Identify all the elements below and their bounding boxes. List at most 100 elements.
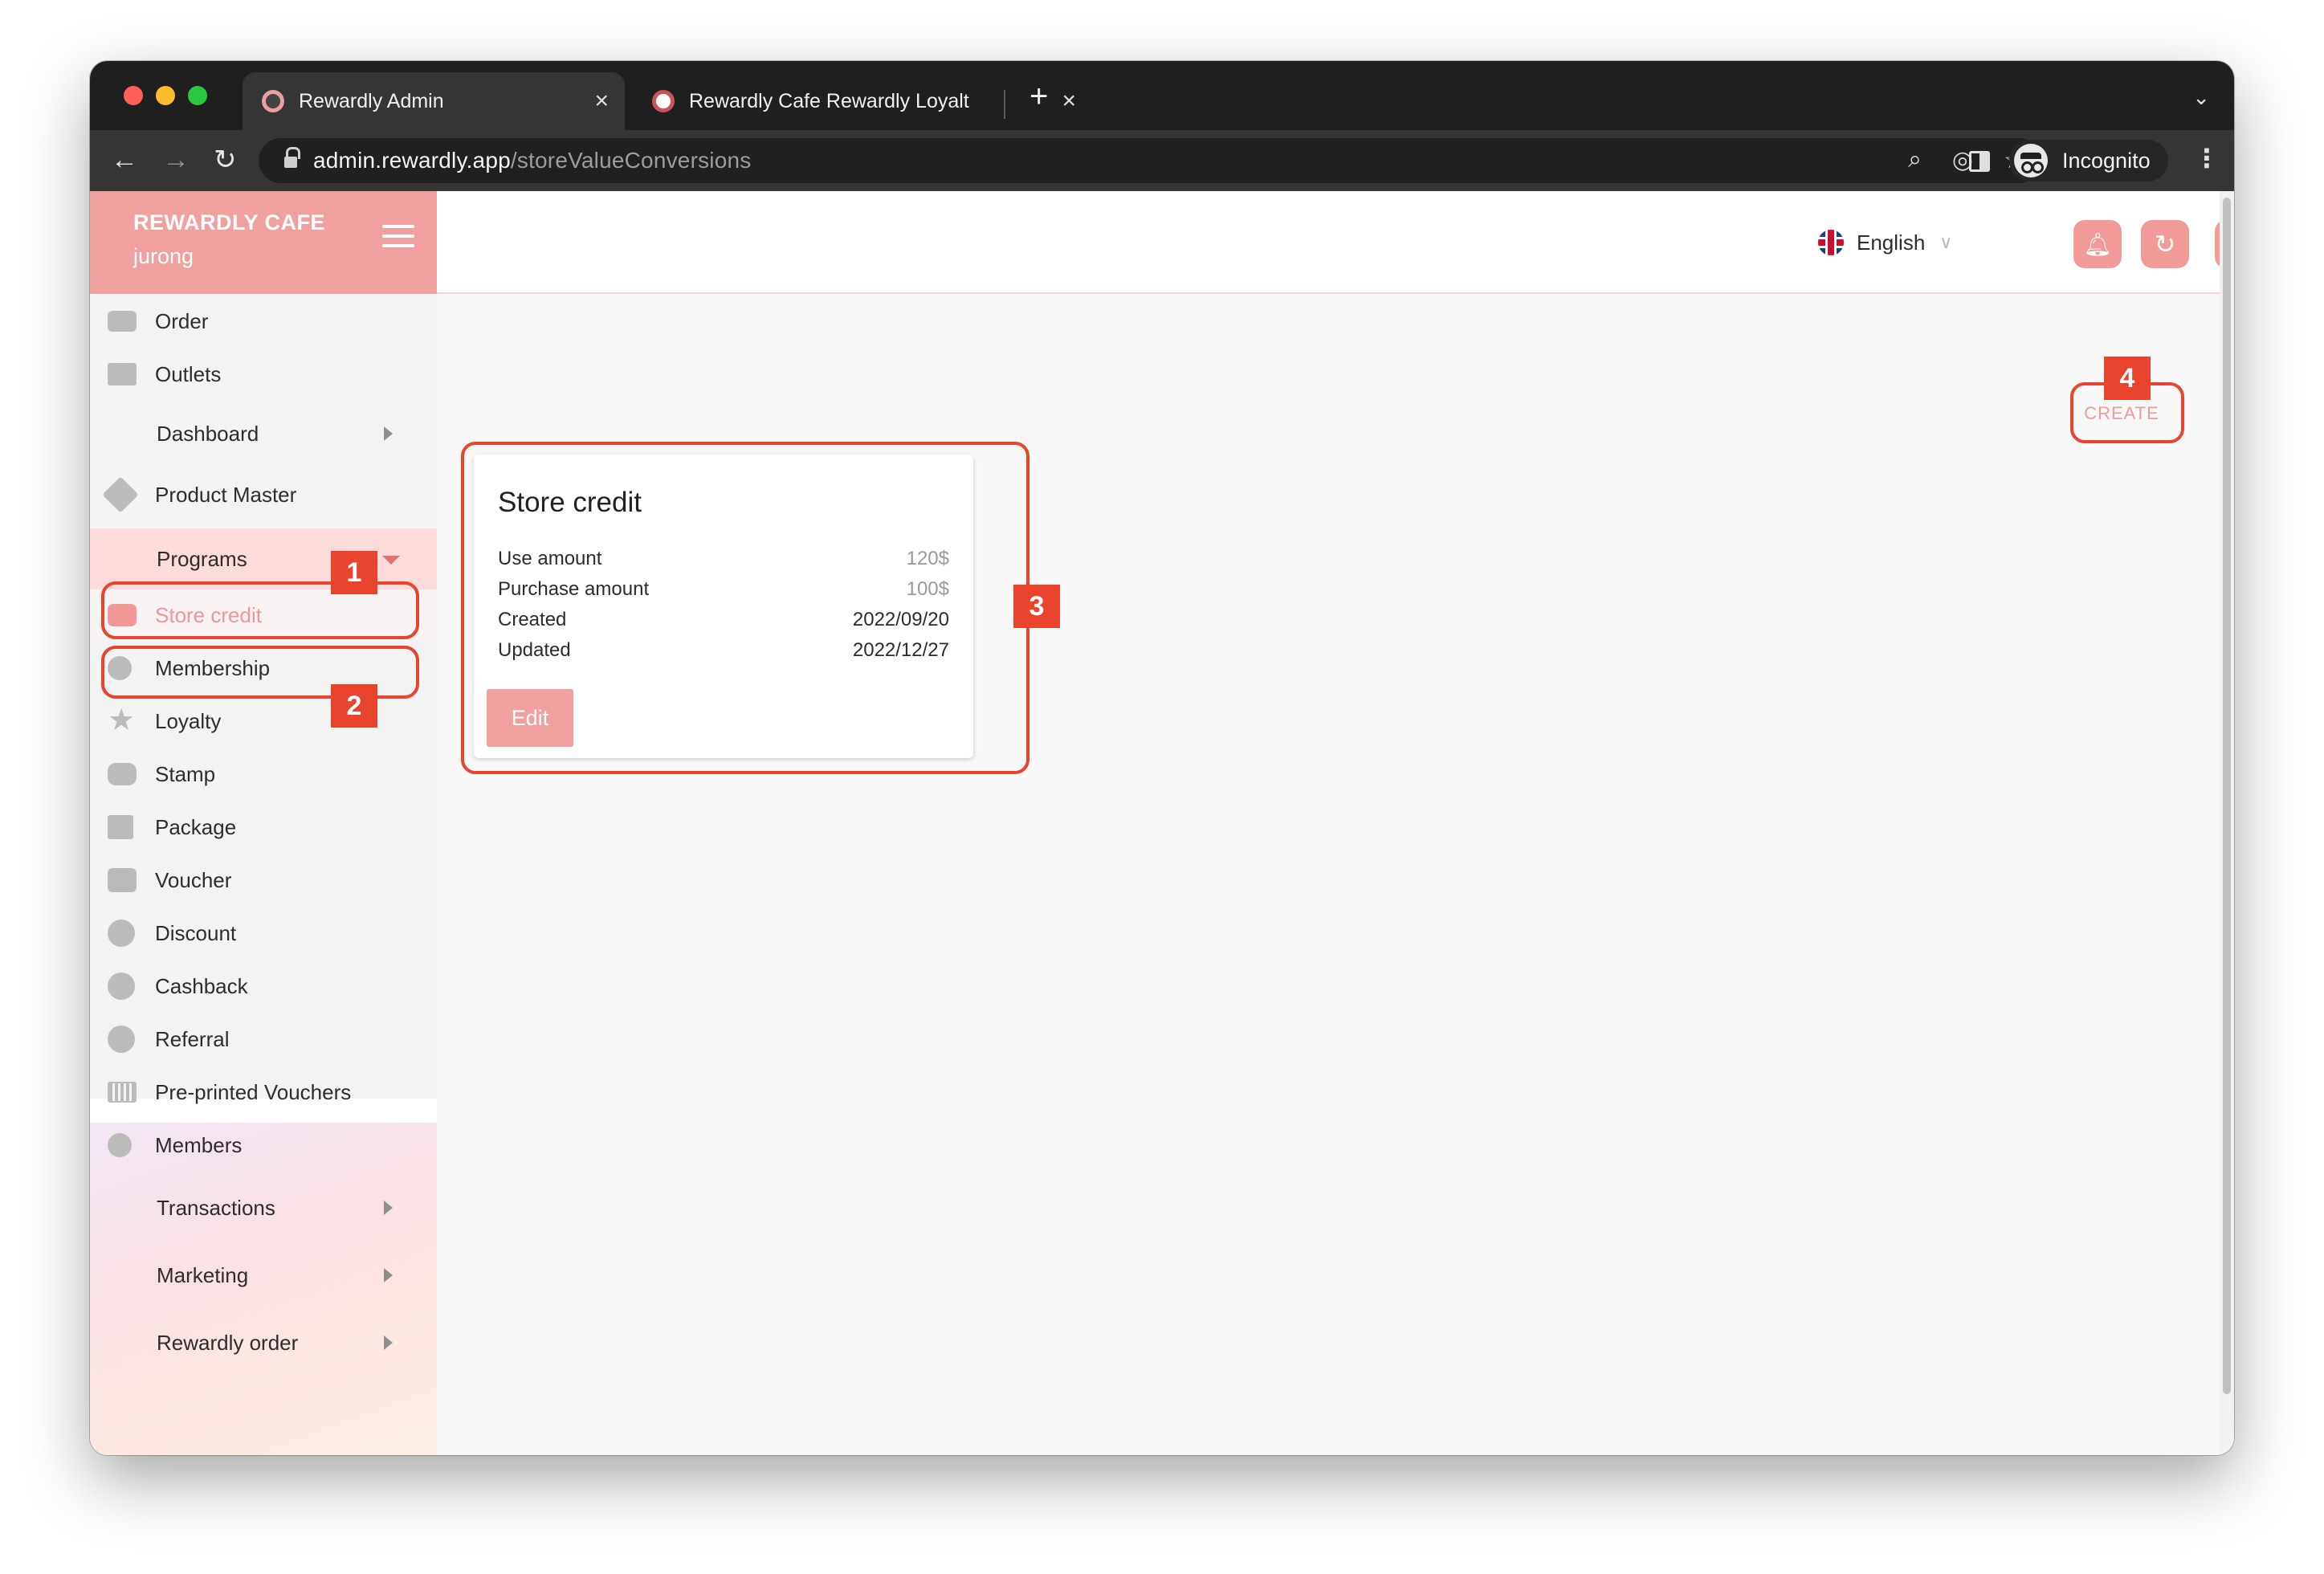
sidebar-item-label: Programs	[157, 546, 247, 571]
maximize-window-button[interactable]	[188, 86, 207, 105]
product-master-icon	[102, 476, 139, 513]
zoom-icon[interactable]: ⌕	[1908, 146, 1922, 174]
discount-icon	[108, 920, 135, 947]
new-tab-button[interactable]: +	[1029, 80, 1048, 112]
annotation-badge-1: 1	[331, 551, 377, 594]
lock-icon[interactable]	[284, 147, 300, 168]
incognito-button[interactable]: Incognito	[2009, 140, 2168, 181]
annotation-box-card	[461, 442, 1029, 774]
sidebar-item-label: Outlets	[155, 361, 222, 386]
sidebar-item-label: Marketing	[157, 1262, 249, 1287]
side-panel-icon[interactable]	[1969, 151, 1990, 172]
sidebar-item-rewardly-order[interactable]: Rewardly order	[90, 1317, 437, 1368]
sidebar-item-label: Package	[155, 814, 237, 839]
tab-rewardly-admin[interactable]: Rewardly Admin ×	[243, 72, 625, 130]
annotation-badge-4: 4	[2104, 357, 2151, 400]
tab-close-icon[interactable]: ×	[594, 88, 609, 115]
cashback-icon	[108, 973, 135, 1000]
tab-close-icon[interactable]: ×	[1062, 88, 1076, 115]
chevron-down-icon	[382, 556, 400, 565]
sidebar-item-programs[interactable]: Programs	[90, 528, 437, 589]
tab-title: Rewardly Cafe Rewardly Loyalt	[689, 89, 969, 112]
url-path: /storeValueConversions	[510, 148, 752, 173]
sidebar-item-label: Dashboard	[157, 421, 259, 446]
tab-strip: Rewardly Admin × Rewardly Cafe Rewardly …	[90, 61, 2234, 130]
rewardly-favicon-icon	[652, 90, 675, 112]
refresh-button[interactable]: ↻	[2141, 220, 2189, 268]
sidebar-item-label: Transactions	[157, 1195, 275, 1220]
annotation-badge-2: 2	[331, 684, 377, 728]
hamburger-menu-icon[interactable]	[382, 225, 414, 249]
sidebar-item-label: Stamp	[155, 761, 216, 786]
referral-icon	[108, 1026, 135, 1053]
scrollbar-thumb[interactable]	[2223, 198, 2231, 1394]
sidebar-item-outlets[interactable]: Outlets	[90, 349, 437, 400]
sidebar-item-transactions[interactable]: Transactions	[90, 1182, 437, 1234]
sidebar-item-marketing[interactable]: Marketing	[90, 1250, 437, 1301]
back-button[interactable]: ←	[111, 145, 138, 175]
brand-header: REWARDLY CAFE jurong	[90, 191, 437, 294]
bell-icon: 🔔︎	[2083, 231, 2112, 257]
sidebar-item-label: Rewardly order	[157, 1330, 299, 1355]
sidebar-item-label: Product Master	[155, 482, 297, 507]
uk-flag-icon	[1818, 230, 1844, 255]
sidebar-item-label: Pre-printed Vouchers	[155, 1079, 352, 1104]
sidebar-item-loyalty[interactable]: ★ Loyalty	[90, 695, 437, 747]
notifications-button[interactable]: 🔔︎	[2073, 220, 2122, 268]
brand-name: REWARDLY CAFE	[133, 210, 326, 234]
outlets-icon	[108, 363, 137, 385]
sidebar-item-label: Loyalty	[155, 708, 222, 733]
language-selector[interactable]: English ∨	[1818, 230, 1952, 255]
refresh-icon: ↻	[2154, 230, 2176, 259]
minimize-window-button[interactable]	[156, 86, 175, 105]
tab-separator	[1004, 90, 1005, 119]
page-content: REWARDLY CAFE jurong Order Outlets Dashb…	[90, 191, 2234, 1455]
sidebar-item-label: Discount	[155, 920, 237, 945]
url-host: admin.rewardly.app	[313, 148, 511, 173]
annotation-badge-3: 3	[1013, 585, 1060, 628]
sidebar-item-pre-printed-vouchers[interactable]: Pre-printed Vouchers	[90, 1066, 437, 1118]
sidebar-item-label: Cashback	[155, 973, 248, 998]
tab-rewardly-loyalty[interactable]: Rewardly Cafe Rewardly Loyalt ×	[633, 72, 1092, 130]
members-icon	[108, 1133, 132, 1157]
sidebar-item-label: Referral	[155, 1026, 230, 1051]
star-icon: ★	[108, 703, 136, 737]
outlet-name: jurong	[133, 244, 194, 268]
top-header: English ∨ 🔔︎ ↻	[437, 191, 2234, 294]
sidebar-item-stamp[interactable]: Stamp	[90, 748, 437, 800]
tab-search-chevron-icon[interactable]: ⌄	[2192, 85, 2210, 110]
sidebar-item-label: Members	[155, 1132, 243, 1157]
sidebar: REWARDLY CAFE jurong Order Outlets Dashb…	[90, 191, 437, 1455]
close-window-button[interactable]	[124, 86, 143, 105]
sidebar-item-referral[interactable]: Referral	[90, 1013, 437, 1065]
sidebar-item-cashback[interactable]: Cashback	[90, 960, 437, 1012]
incognito-label: Incognito	[2062, 148, 2151, 173]
more-menu-icon[interactable]: ⋮	[2194, 143, 2220, 173]
chevron-down-icon: ∨	[1939, 232, 1953, 252]
scrollbar[interactable]	[2220, 191, 2234, 1455]
address-bar[interactable]: admin.rewardly.app/storeValueConversions…	[259, 138, 2041, 183]
browser-toolbar: ← → ↻ admin.rewardly.app/storeValueConve…	[90, 130, 2234, 191]
sidebar-item-members[interactable]: Members	[90, 1119, 437, 1171]
incognito-icon	[2014, 144, 2048, 177]
chevron-right-icon	[384, 426, 393, 441]
forward-button[interactable]: →	[162, 145, 190, 175]
chevron-right-icon	[384, 1335, 393, 1350]
sidebar-item-discount[interactable]: Discount	[90, 907, 437, 959]
barcode-icon	[108, 1082, 137, 1103]
browser-window: Rewardly Admin × Rewardly Cafe Rewardly …	[90, 61, 2234, 1455]
reload-button[interactable]: ↻	[214, 145, 237, 175]
sidebar-item-dashboard[interactable]: Dashboard	[90, 408, 437, 459]
package-icon	[108, 815, 133, 839]
sidebar-item-voucher[interactable]: Voucher	[90, 854, 437, 906]
sidebar-item-label: Voucher	[155, 867, 232, 892]
sidebar-item-package[interactable]: Package	[90, 801, 437, 853]
order-icon	[108, 311, 137, 332]
url-text[interactable]: admin.rewardly.app/storeValueConversions	[313, 148, 751, 173]
voucher-icon	[108, 868, 137, 892]
sidebar-item-product-master[interactable]: Product Master	[90, 469, 437, 520]
language-label: English	[1857, 230, 1926, 255]
sidebar-item-order[interactable]: Order	[90, 296, 437, 347]
chevron-right-icon	[384, 1268, 393, 1282]
rewardly-favicon-icon	[262, 90, 284, 112]
